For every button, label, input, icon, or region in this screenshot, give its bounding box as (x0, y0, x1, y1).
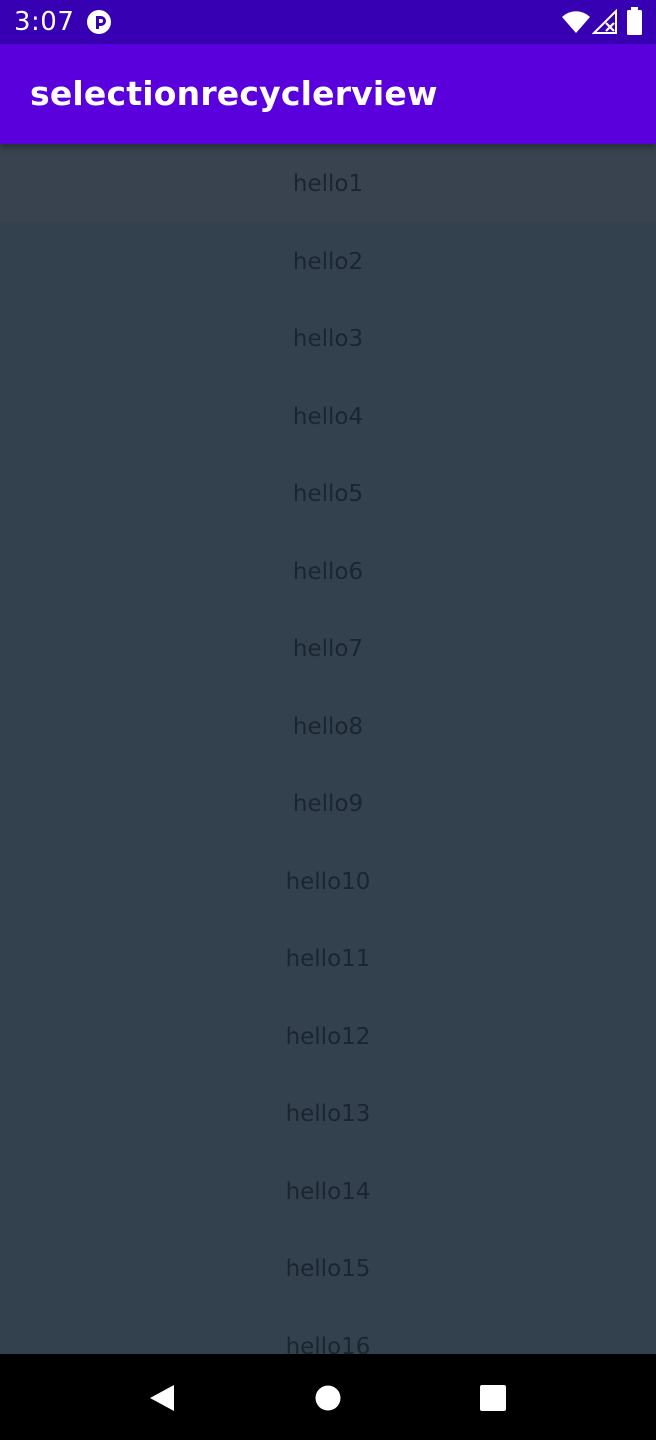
battery-icon (627, 7, 642, 35)
list-item[interactable]: hello6 (0, 532, 656, 610)
back-icon[interactable] (148, 1384, 176, 1412)
list-item[interactable]: hello7 (0, 609, 656, 687)
screen: 3:07 selectionrecyclerview hello1 hello2 h… (0, 0, 656, 1440)
list-item[interactable]: hello4 (0, 377, 656, 455)
list-item[interactable]: hello12 (0, 997, 656, 1075)
signal-icon (592, 9, 617, 34)
list-item[interactable]: hello3 (0, 299, 656, 377)
list-item[interactable]: hello11 (0, 919, 656, 997)
list-item[interactable]: hello10 (0, 842, 656, 920)
list-item[interactable]: hello15 (0, 1229, 656, 1307)
app-bar: selectionrecyclerview (0, 44, 656, 144)
list-item[interactable]: hello14 (0, 1152, 656, 1230)
app-notification-icon (87, 10, 111, 34)
recycler-list[interactable]: hello1 hello2 hello3 hello4 hello5 hello6 hell… (0, 144, 656, 1354)
home-icon[interactable] (315, 1385, 341, 1411)
list-item[interactable]: hello2 (0, 222, 656, 300)
app-title: selectionrecyclerview (30, 74, 438, 113)
status-time: 3:07 (14, 7, 75, 37)
navigation-bar (0, 1354, 656, 1440)
status-bar: 3:07 (0, 0, 656, 44)
list-item[interactable]: hello5 (0, 454, 656, 532)
list-item[interactable]: hello8 (0, 687, 656, 765)
list-item[interactable]: hello9 (0, 764, 656, 842)
list-item[interactable]: hello16 (0, 1307, 656, 1355)
wifi-icon (562, 11, 590, 33)
recents-icon[interactable] (480, 1385, 506, 1411)
list-item[interactable]: hello13 (0, 1074, 656, 1152)
list-item[interactable]: hello1 (0, 144, 656, 222)
